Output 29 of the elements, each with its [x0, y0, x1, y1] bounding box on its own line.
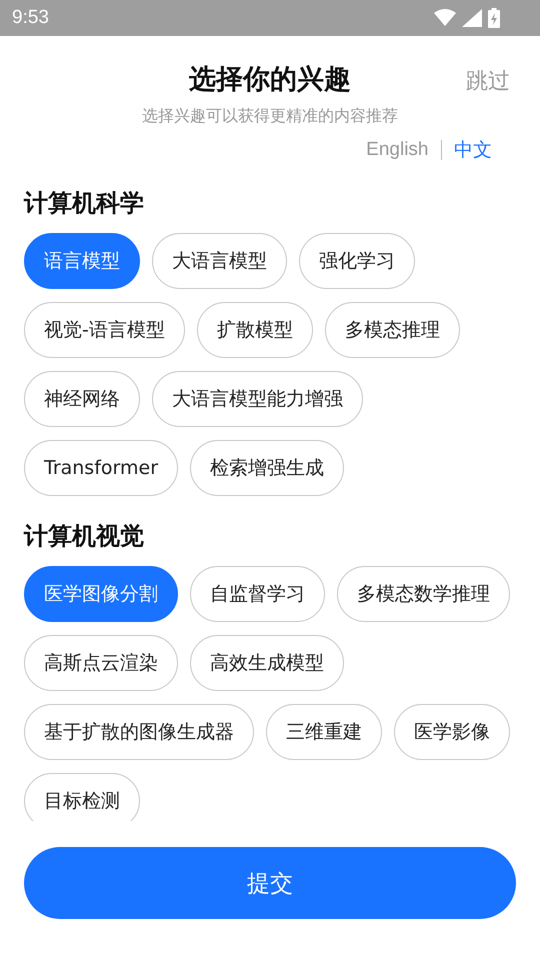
subtitle: 选择兴趣可以获得更精准的内容推荐 [141, 106, 399, 127]
interest-tag[interactable]: 三维重建 [266, 704, 382, 760]
interest-tag[interactable]: 大语言模型 [152, 233, 287, 289]
interest-tag[interactable]: 目标检测 [24, 773, 140, 821]
wifi-icon [434, 9, 456, 27]
interest-tag[interactable]: 多模态数学推理 [337, 566, 510, 622]
interest-tag[interactable]: 检索增强生成 [190, 440, 344, 496]
interest-tag[interactable]: 大语言模型能力增强 [152, 371, 363, 427]
interest-tag[interactable]: 强化学习 [299, 233, 415, 289]
interest-tag[interactable]: 神经网络 [24, 371, 140, 427]
clock: 9:53 [12, 7, 49, 29]
interest-tag[interactable]: 自监督学习 [190, 566, 325, 622]
interest-tag[interactable]: 高斯点云渲染 [24, 635, 178, 691]
page-title: 选择你的兴趣 [189, 63, 351, 97]
battery-icon [488, 8, 500, 28]
interest-tag[interactable]: 医学影像 [394, 704, 510, 760]
language-option[interactable]: 中文 [454, 137, 492, 163]
section-heading: 计算机科学 [24, 188, 145, 219]
submit-button[interactable]: 提交 [24, 847, 516, 919]
interest-tag[interactable]: 医学图像分割 [24, 566, 178, 622]
interest-tag[interactable]: 语言模型 [24, 233, 140, 289]
interest-tag[interactable]: 多模态推理 [324, 302, 460, 358]
section-heading: 计算机视觉 [24, 521, 145, 552]
interest-tag[interactable]: Transformer [24, 440, 178, 496]
interest-tag[interactable]: 视觉-语言模型 [24, 302, 185, 358]
interest-tag[interactable]: 扩散模型 [196, 302, 313, 358]
signal-icon [462, 9, 482, 27]
interest-tag[interactable]: 基于扩散的图像生成器 [24, 704, 254, 760]
interest-tag[interactable]: 高效生成模型 [190, 635, 344, 691]
